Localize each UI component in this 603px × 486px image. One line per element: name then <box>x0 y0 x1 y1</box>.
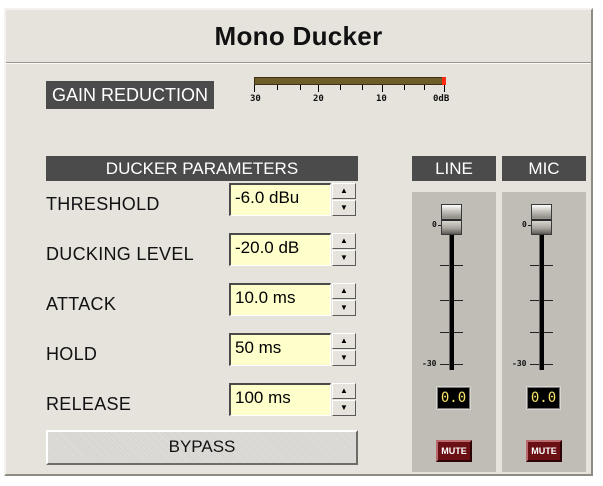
mic-fader-bottom-label: -30 <box>512 359 527 368</box>
scale-tick <box>277 85 278 90</box>
meter-peak-indicator <box>442 77 446 85</box>
attack-field[interactable]: 10.0 ms <box>229 283 331 316</box>
fader-tick <box>454 265 463 266</box>
release-label: RELEASE <box>46 394 132 414</box>
fader-tick <box>440 332 449 333</box>
mic-fader-handle[interactable] <box>531 204 552 235</box>
line-fader-track[interactable] <box>449 212 454 370</box>
mic-channel-strip: 0 -30 0.0 MUTE <box>502 192 586 472</box>
fader-tick <box>454 364 463 365</box>
hold-label: HOLD <box>46 344 98 364</box>
scale-tick <box>300 85 301 90</box>
bypass-button[interactable]: BYPASS <box>46 430 358 465</box>
scale-label-10: 10 <box>376 94 387 104</box>
line-level-display: 0.0 <box>436 386 471 410</box>
mic-mute-button[interactable]: MUTE <box>526 440 562 462</box>
scale-label-30: 30 <box>250 94 261 104</box>
fader-tick <box>454 300 463 301</box>
gain-reduction-meter <box>254 77 446 85</box>
release-down-button[interactable]: ▼ <box>332 400 356 416</box>
release-up-button[interactable]: ▲ <box>332 383 356 399</box>
hold-down-button[interactable]: ▼ <box>332 350 356 366</box>
fader-tick <box>530 332 539 333</box>
scale-tick <box>318 85 319 92</box>
gain-reduction-label: GAIN REDUCTION <box>46 81 214 109</box>
ducking-level-spinner: ▲ ▼ <box>332 233 356 266</box>
scale-label-0db: 0dB <box>433 94 450 104</box>
title-divider <box>6 62 591 64</box>
threshold-spinner: ▲ ▼ <box>332 183 356 216</box>
fader-tick <box>440 364 449 365</box>
ducking-level-field[interactable]: -20.0 dB <box>229 233 331 266</box>
mic-fader-top-label: 0 <box>522 220 527 229</box>
scale-tick <box>340 85 341 90</box>
hold-field[interactable]: 50 ms <box>229 333 331 366</box>
line-fader-bottom-label: -30 <box>422 359 437 368</box>
release-spinner: ▲ ▼ <box>332 383 356 416</box>
fader-tick <box>440 300 449 301</box>
window-title: Mono Ducker <box>214 21 383 51</box>
line-channel-strip: 0 -30 0.0 MUTE <box>412 192 496 472</box>
fader-tick <box>544 300 553 301</box>
mic-channel-header: MIC <box>502 156 586 181</box>
ducking-level-down-button[interactable]: ▼ <box>332 250 356 266</box>
line-fader-handle[interactable] <box>441 204 462 235</box>
threshold-up-button[interactable]: ▲ <box>332 183 356 199</box>
scale-tick <box>424 85 425 90</box>
release-field[interactable]: 100 ms <box>229 383 331 416</box>
threshold-down-button[interactable]: ▼ <box>332 200 356 216</box>
fader-tick <box>544 364 553 365</box>
fader-tick <box>544 332 553 333</box>
attack-label: ATTACK <box>46 294 117 314</box>
fader-tick <box>530 364 539 365</box>
attack-up-button[interactable]: ▲ <box>332 283 356 299</box>
attack-down-button[interactable]: ▼ <box>332 300 356 316</box>
fader-tick <box>454 332 463 333</box>
mic-level-display: 0.0 <box>526 386 561 410</box>
threshold-label: THRESHOLD <box>46 194 160 214</box>
scale-tick <box>444 85 445 92</box>
scale-label-20: 20 <box>313 94 324 104</box>
ducking-level-up-button[interactable]: ▲ <box>332 233 356 249</box>
line-mute-button[interactable]: MUTE <box>436 440 472 462</box>
scale-tick <box>362 85 363 90</box>
fader-tick <box>530 300 539 301</box>
mono-ducker-window: Mono Ducker GAIN REDUCTION 30 20 10 0dB … <box>4 8 593 476</box>
ducking-level-label: DUCKING LEVEL <box>46 244 194 264</box>
hold-spinner: ▲ ▼ <box>332 333 356 366</box>
gain-reduction-scale: 30 20 10 0dB <box>250 85 450 109</box>
line-channel-header: LINE <box>412 156 496 181</box>
fader-tick <box>530 265 539 266</box>
ducker-parameters-header: DUCKER PARAMETERS <box>46 156 358 181</box>
mic-fader-track[interactable] <box>539 212 544 370</box>
threshold-field[interactable]: -6.0 dBu <box>229 183 331 216</box>
hold-up-button[interactable]: ▲ <box>332 333 356 349</box>
scale-tick <box>404 85 405 90</box>
fader-tick <box>440 265 449 266</box>
scale-tick <box>382 85 383 92</box>
fader-tick <box>544 265 553 266</box>
scale-tick <box>254 85 255 92</box>
attack-spinner: ▲ ▼ <box>332 283 356 316</box>
line-fader-top-label: 0 <box>432 220 437 229</box>
